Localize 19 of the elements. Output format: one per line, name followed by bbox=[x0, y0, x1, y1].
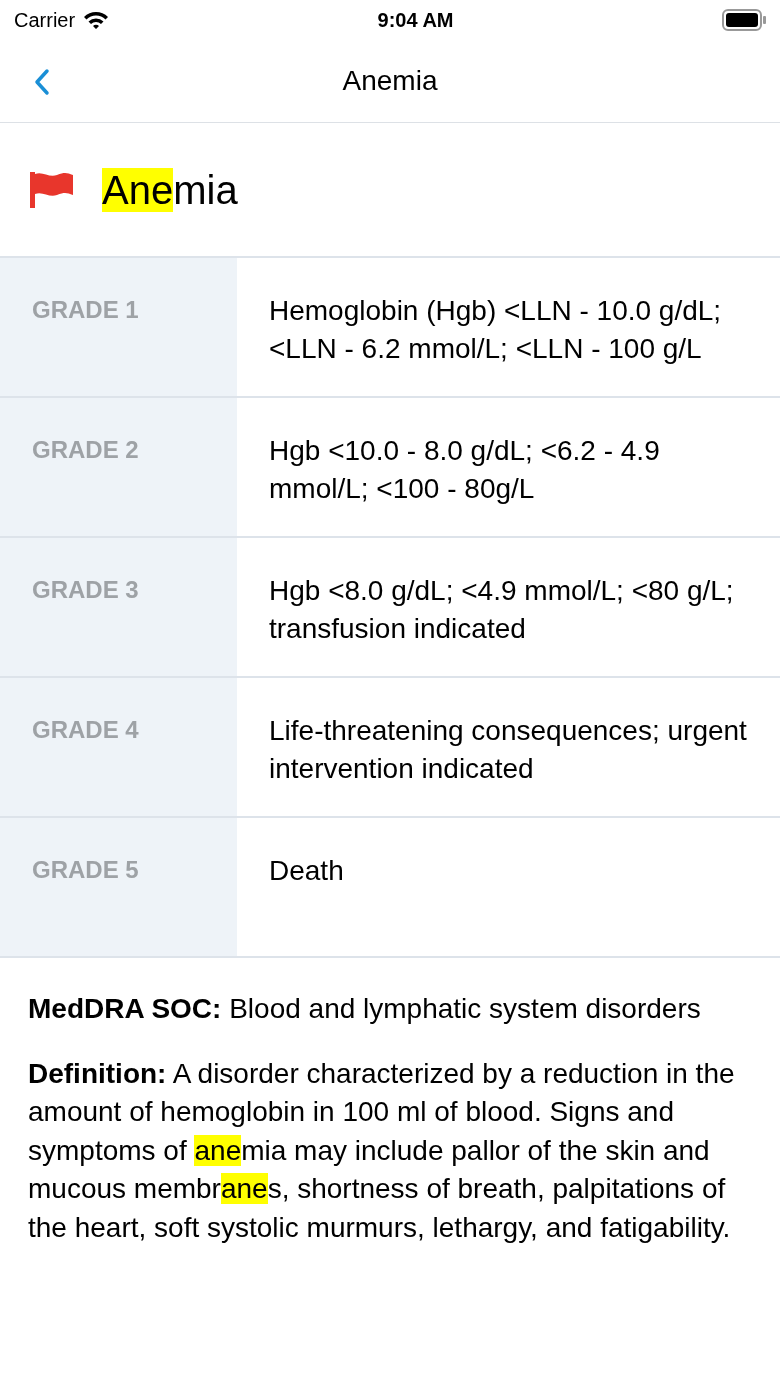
wifi-icon bbox=[83, 10, 110, 30]
grade-description: Hemoglobin (Hgb) <LLN - 10.0 g/dL; <LLN - 6.2 mmol/L; <LLN - 100 g/L bbox=[268, 294, 723, 366]
nav-title: Anemia bbox=[342, 64, 438, 98]
chevron-left-icon bbox=[34, 68, 50, 96]
detail-paragraph: MedDRA SOC: Blood and lymphatic system disorders bbox=[28, 992, 702, 1026]
carrier-label: Carrier bbox=[14, 8, 76, 33]
grade-description: Death bbox=[268, 854, 345, 888]
clock-time: 9:04 AM bbox=[377, 8, 454, 33]
flag-icon bbox=[28, 169, 74, 210]
grade-label-cell: GRADE 4 bbox=[0, 678, 237, 816]
grade-description: Hgb <8.0 g/dL; <4.9 mmol/L; <80 g/L; transfusion indicated bbox=[268, 574, 735, 646]
grade-description: Life-threatening consequences; urgent intervention indicated bbox=[268, 714, 748, 786]
grade-label-cell: GRADE 1 bbox=[0, 258, 237, 396]
grade-label-cell: GRADE 2 bbox=[0, 398, 237, 536]
grade-description: Hgb <10.0 - 8.0 g/dL; <6.2 - 4.9 mmol/L; <100 - 80g/L bbox=[268, 434, 661, 506]
battery-icon bbox=[722, 9, 766, 31]
grade-label-cell: GRADE 5 bbox=[0, 818, 237, 956]
term-title: Anemia bbox=[102, 166, 238, 214]
grade-label-cell: GRADE 3 bbox=[0, 538, 237, 676]
